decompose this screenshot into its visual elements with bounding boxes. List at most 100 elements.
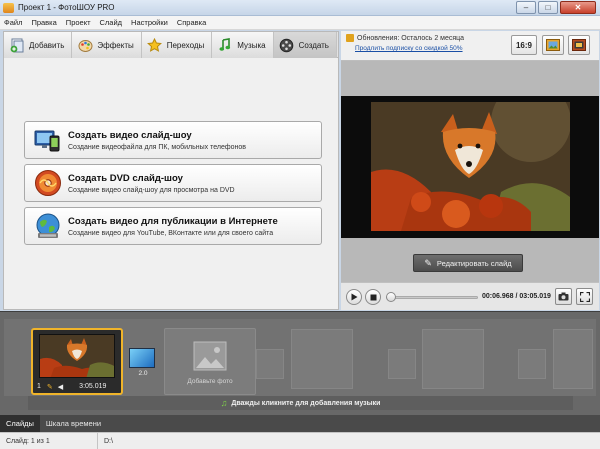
menu-settings[interactable]: Настройки [131,18,168,27]
tab-add[interactable]: Добавить [4,32,73,58]
menu-help[interactable]: Справка [177,18,206,27]
fullscreen-icon [579,291,590,302]
update-status-text: Обновления: Осталось 2 месяца [357,34,465,42]
empty-transition-slot [256,349,284,379]
main-tabs: Добавить Эффекты Переходы Музыка Создать [4,32,338,58]
action-description: Создание видео слайд-шоу для просмотра н… [68,186,235,194]
music-note-icon [217,37,233,53]
action-title: Создать DVD слайд-шоу [68,172,183,184]
tab-effects-label: Эффекты [97,40,134,50]
slide-info: 1 ✎ ◀ 3:05.019 [37,381,117,392]
slides-lane: 1 ✎ ◀ 3:05.019 2.0 Добавьте фото [4,319,596,396]
edit-slide-label: Редактировать слайд [436,258,512,268]
tab-transitions-label: Переходы [166,40,205,50]
fox-photo-image [371,102,570,231]
edit-slide-button[interactable]: ✎ Редактировать слайд [413,254,523,272]
slide-thumbnail [39,334,115,378]
preview-panel: Обновления: Осталось 2 месяца Продлить п… [341,31,599,310]
menu-file[interactable]: Файл [4,18,22,27]
create-dvd-slideshow-button[interactable]: Создать DVD слайд-шоу Создание видео сла… [24,164,322,202]
settings-button[interactable] [568,35,590,55]
seek-slider-handle[interactable] [386,292,396,302]
title-bar: Проект 1 - ФотоШОУ PRO – □ ✕ [0,0,600,16]
close-button[interactable]: ✕ [560,1,596,14]
tab-music-label: Музыка [237,40,266,50]
tab-timeline[interactable]: Шкала времени [40,415,107,432]
transition-thumb[interactable]: 2.0 [129,348,157,380]
stop-button[interactable] [365,289,381,305]
music-hint: Дважды кликните для добавления музыки [231,399,381,407]
slide-thumbnail-card[interactable]: 1 ✎ ◀ 3:05.019 [31,328,123,395]
create-web-video-button[interactable]: Создать видео для публикации в Интернете… [24,207,322,245]
music-track[interactable]: ♫ Дважды кликните для добавления музыки [28,396,573,410]
menu-edit[interactable]: Правка [31,18,56,27]
empty-slide-slot [422,329,484,389]
menu-bar: Файл Правка Проект Слайд Настройки Справ… [0,16,600,30]
action-description: Создание видеофайла для ПК, мобильных те… [68,143,246,151]
menu-project[interactable]: Проект [66,18,91,27]
empty-transition-slot [518,349,546,379]
tab-effects[interactable]: Эффекты [72,32,142,58]
effects-palette-icon [77,37,93,53]
play-button[interactable] [346,289,362,305]
empty-transition-slot [388,349,416,379]
dvd-disc-icon [35,170,61,196]
globe-web-icon [36,213,60,238]
menu-slide[interactable]: Слайд [100,18,123,27]
lock-icon [346,34,354,42]
transitions-star-icon [147,37,163,53]
empty-slide-slot [291,329,353,389]
maximize-button[interactable]: □ [538,1,558,14]
aspect-ratio-button[interactable]: 16:9 [511,35,537,55]
window-title: Проект 1 - ФотоШОУ PRO [18,3,115,12]
snapshot-button[interactable] [555,288,572,305]
action-title: Создать видео слайд-шоу [68,129,192,141]
slides-strip: 1 ✎ ◀ 3:05.019 2.0 Добавьте фото ♫ Дважд… [0,311,600,415]
tab-create-label: Создать [298,40,329,50]
camera-icon [558,292,569,301]
slide-preview[interactable] [341,96,599,238]
tab-transitions[interactable]: Переходы [141,32,213,58]
view-tabs: Слайды Шкала времени [0,415,600,432]
music-refresh-icon: ♫ [220,398,228,408]
transition-duration: 2.0 [138,370,148,377]
tab-music[interactable]: Музыка [212,32,274,58]
status-bar: Слайд: 1 из 1 D:\ [0,432,600,449]
renew-subscription-link[interactable]: Продлить подписку со скидкой 50% [355,45,463,52]
sound-icon[interactable]: ◀ [58,383,63,391]
left-panel: Добавить Эффекты Переходы Музыка Создать [3,31,339,310]
slide-counter: Слайд: 1 из 1 [0,433,98,449]
create-film-icon [279,37,295,53]
tab-slides[interactable]: Слайды [0,415,40,432]
preview-image [371,102,570,231]
fox-thumbnail-image [40,335,114,377]
player-controls: 00:06.968 / 03:05.019 [341,282,599,310]
minimize-button[interactable]: – [516,1,536,14]
playback-time: 00:06.968 / 03:05.019 [482,293,551,300]
stop-icon [370,294,376,300]
edit-pencil-icon[interactable]: ✎ [47,383,53,391]
image-frame-icon [546,39,560,51]
pencil-icon: ✎ [424,257,432,268]
tab-create[interactable]: Создать [273,32,337,58]
seek-track[interactable] [386,296,478,299]
action-description: Создание видео для YouTube, ВКонтакте ил… [68,229,274,237]
create-video-slideshow-button[interactable]: Создать видео слайд-шоу Создание видеофа… [24,121,322,159]
play-icon [351,293,358,301]
transition-icon [129,348,155,368]
add-files-icon [9,37,25,53]
action-title: Создать видео для публикации в Интернете [68,215,278,227]
project-path: D:\ [104,437,113,445]
add-photo-slot[interactable]: Добавьте фото [164,328,256,395]
app-logo-icon [3,2,14,13]
add-photo-icon [193,341,227,371]
tab-add-label: Добавить [29,40,65,50]
project-settings-icon [572,39,586,51]
empty-slide-slot [553,329,593,389]
slide-number: 1 [37,383,41,390]
add-photo-label: Добавьте фото [187,378,233,385]
slide-duration: 3:05.019 [79,383,107,390]
update-info-bar: Обновления: Осталось 2 месяца Продлить п… [341,31,599,61]
fullscreen-button[interactable] [576,288,593,305]
background-settings-button[interactable] [542,35,564,55]
